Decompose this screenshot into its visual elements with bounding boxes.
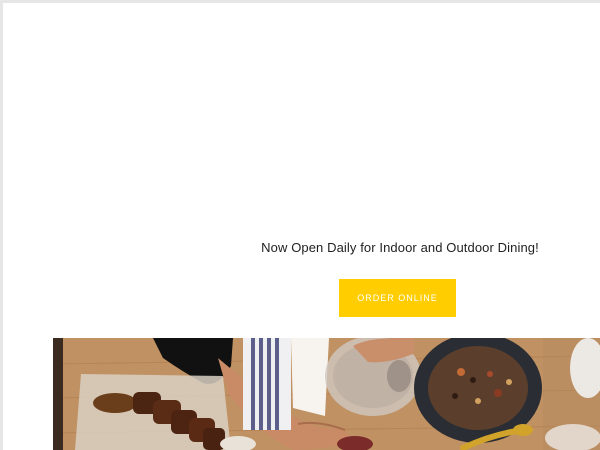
page: Now Open Daily for Indoor and Outdoor Di… <box>3 3 600 450</box>
hero-food-image <box>53 338 600 450</box>
order-online-button[interactable]: ORDER ONLINE <box>339 279 456 317</box>
announcement-text: Now Open Daily for Indoor and Outdoor Di… <box>261 240 539 255</box>
